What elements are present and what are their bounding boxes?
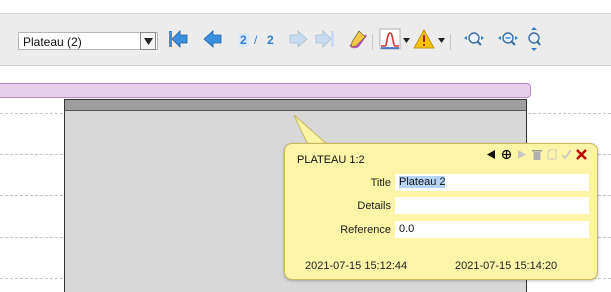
reference-field[interactable]: 0.0: [395, 221, 589, 238]
details-label: Details: [357, 200, 391, 212]
zoom-fit-icon[interactable]: [462, 28, 486, 50]
warning-icon[interactable]: [412, 27, 436, 51]
last-icon[interactable]: [314, 28, 336, 50]
next-arrow-icon[interactable]: [516, 149, 527, 160]
trash-icon[interactable]: [531, 149, 542, 160]
title-value: Plateau 2: [399, 176, 446, 188]
toolbar: Plateau (2) 2 / 2: [0, 14, 611, 66]
total-pages: 2: [267, 33, 274, 47]
details-row: Details: [285, 197, 599, 215]
reference-label: Reference: [340, 224, 391, 236]
reference-row: Reference 0.0: [285, 221, 599, 239]
dropdown-icon[interactable]: [140, 32, 156, 50]
first-icon[interactable]: [167, 27, 189, 51]
move-icon[interactable]: [501, 149, 512, 160]
details-field[interactable]: [395, 197, 589, 214]
plateau-select-value: Plateau (2): [23, 35, 82, 49]
toolbar-separator: [450, 34, 451, 50]
plateau-region-header[interactable]: [64, 99, 527, 111]
copy-icon[interactable]: [546, 149, 557, 160]
start-timestamp: 2021-07-15 15:12:44: [305, 260, 408, 272]
previous-arrow-icon[interactable]: [486, 149, 497, 160]
title-field[interactable]: Plateau 2: [395, 174, 589, 191]
warning-dropdown-icon[interactable]: [437, 36, 445, 44]
plateau-select[interactable]: Plateau (2): [18, 32, 158, 50]
popup-title: PLATEAU 1:2: [297, 154, 365, 166]
delete-x-icon[interactable]: [576, 149, 587, 160]
title-label: Title: [370, 177, 391, 189]
plateau-bar[interactable]: [0, 83, 531, 98]
edit-marker-icon[interactable]: [346, 26, 370, 52]
toolbar-separator: [372, 34, 373, 50]
popup-actions: [486, 149, 587, 160]
title-row: Title Plateau 2: [285, 174, 599, 192]
chart-dropdown-icon[interactable]: [402, 36, 410, 44]
zoom-out-icon[interactable]: [496, 28, 520, 50]
current-page[interactable]: 2: [238, 33, 249, 47]
window-top-strip: [0, 0, 611, 14]
popup-pointer: [293, 114, 330, 146]
confirm-check-icon[interactable]: [561, 149, 572, 160]
previous-icon[interactable]: [202, 27, 224, 51]
chart-icon[interactable]: [378, 26, 402, 52]
next-icon[interactable]: [287, 28, 309, 50]
zoom-in-icon[interactable]: [524, 26, 544, 52]
page-separator: /: [254, 33, 258, 47]
plateau-popup: PLATEAU 1:2 Title Plateau 2 Details Refe…: [284, 143, 598, 280]
end-timestamp: 2021-07-15 15:14:20: [455, 260, 558, 272]
